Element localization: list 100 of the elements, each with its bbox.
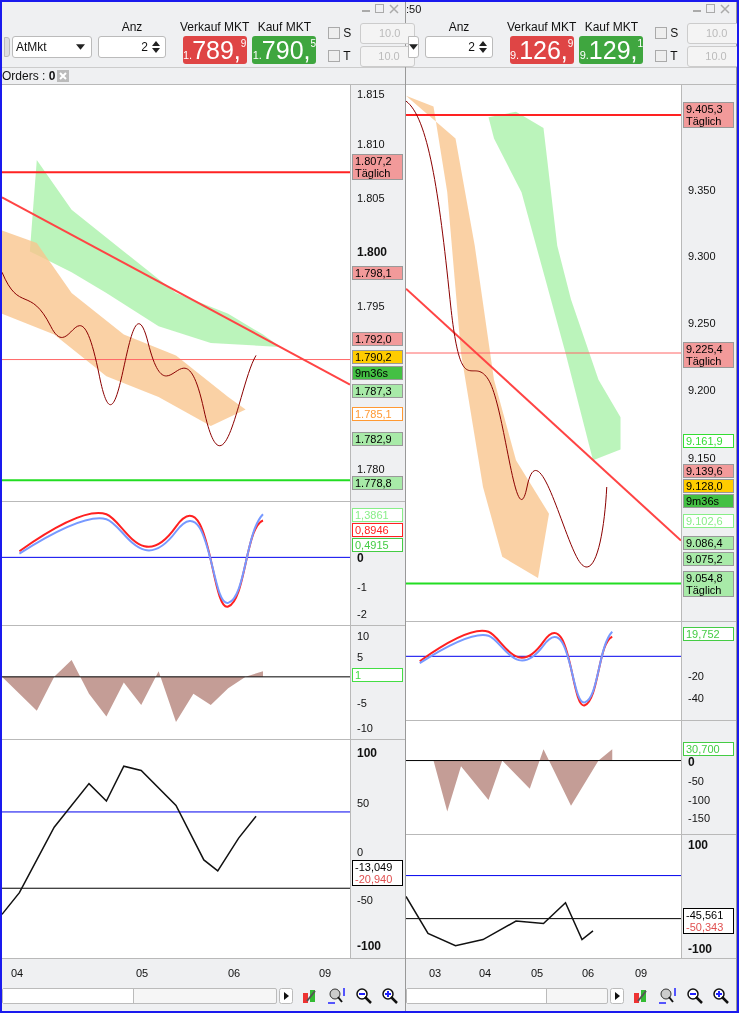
axis-tick-label: 100 <box>357 746 378 760</box>
checkbox-label: S <box>343 25 352 42</box>
checkbox-label: T <box>343 48 351 65</box>
buy-label: Kauf MKT <box>257 20 312 34</box>
axis-tick-label: 50 <box>357 796 370 810</box>
axis-tick-label: 5 <box>357 650 364 664</box>
axis-tick-label: -5 <box>357 696 367 710</box>
axis-tick-label: 1.800 <box>357 245 388 259</box>
quantity-field[interactable]: 2 <box>425 36 493 58</box>
value-tag: 9.225,4 Täglich <box>683 342 734 368</box>
axis-tick-label: 9.200 <box>688 383 716 397</box>
close-icon[interactable] <box>389 4 399 14</box>
axis-tick-label: -50 <box>688 774 704 788</box>
axis-tick-label: -100 <box>357 939 382 953</box>
axis-tick-label: -100 <box>688 793 711 807</box>
axis-tick-label: 0 <box>357 551 364 565</box>
axis-tick-label: 9.150 <box>688 451 716 465</box>
checkbox-label: S <box>670 25 679 42</box>
axis-tick-label: 03 <box>428 966 442 981</box>
axis-tick-label: 05 <box>135 966 149 981</box>
checkbox-label: T <box>670 48 678 65</box>
axis-tick-label: 0 <box>688 755 695 769</box>
value-tag: 9.102,6 <box>683 514 734 528</box>
value-tag: 9.139,6 <box>683 464 734 478</box>
sell-label: Verkauf MKT <box>180 20 250 34</box>
value-tag: 1,3861 <box>352 508 403 522</box>
value-tag: 9m36s <box>683 494 734 508</box>
axis-tick-label: 9.350 <box>688 183 716 197</box>
zoom-out-icon[interactable] <box>355 987 373 1005</box>
axis-tick-label: 09 <box>634 966 648 981</box>
value-tag: 9.054,8 Täglich <box>683 571 734 597</box>
zoom-out-icon[interactable] <box>686 987 704 1005</box>
axis-tick-label: 9.250 <box>688 316 716 330</box>
axis-tick-label: 0 <box>357 845 364 859</box>
spinner-icon[interactable] <box>152 41 160 53</box>
axis-tick-label: 9.300 <box>688 249 716 263</box>
close-icon[interactable] <box>720 4 730 14</box>
window-title: :50 <box>406 3 422 15</box>
value-tag: 9m36s <box>352 366 403 380</box>
value-tag: -45,561 -50,343 <box>683 908 734 934</box>
order-type-dropdown[interactable] <box>408 36 419 58</box>
sell-label: Verkauf MKT <box>507 20 577 34</box>
value-tag: 1.778,8 <box>352 476 403 490</box>
value-tag: 9.086,4 <box>683 536 734 550</box>
horizontal-scrollbar[interactable] <box>2 988 277 1004</box>
axis-tick-label: 04 <box>478 966 492 981</box>
axis-tick-label: 04 <box>10 966 24 981</box>
axis-tick-label: 1.805 <box>357 191 385 205</box>
scroll-right-icon[interactable] <box>610 988 624 1004</box>
axis-tick-label: 1.780 <box>357 462 385 476</box>
horizontal-scrollbar[interactable] <box>406 988 608 1004</box>
value-tag: 1.790,2 <box>352 350 403 364</box>
value-tag: 9.128,0 <box>683 479 734 493</box>
axis-tick-label: 1.795 <box>357 299 385 313</box>
value-tag: 1 <box>352 668 403 682</box>
tool-icon[interactable] <box>4 37 10 57</box>
value-tag: 1.798,1 <box>352 266 403 280</box>
maximize-icon[interactable] <box>706 4 715 13</box>
order-type-dropdown[interactable]: AtMkt <box>12 36 92 58</box>
value-tag: 1.792,0 <box>352 332 403 346</box>
maximize-icon[interactable] <box>375 4 384 13</box>
axis-tick-label: -20 <box>688 669 704 683</box>
zoom-fit-icon[interactable] <box>658 987 678 1005</box>
value-tag: 9.075,2 <box>683 552 734 566</box>
axis-tick-label: -2 <box>357 607 367 621</box>
spinner-icon[interactable] <box>479 41 487 53</box>
axis-tick-label: -150 <box>688 811 711 825</box>
axis-tick-label: 09 <box>318 966 332 981</box>
axis-tick-label: -40 <box>688 691 704 705</box>
orders-count: Orders : 0 <box>2 69 56 83</box>
zoom-fit-icon[interactable] <box>327 987 347 1005</box>
quantity-field[interactable]: 2 <box>98 36 166 58</box>
axis-tick-label: 06 <box>581 966 595 981</box>
axis-tick-label: 06 <box>227 966 241 981</box>
axis-tick-label: -1 <box>357 580 367 594</box>
axis-tick-label: -100 <box>688 942 713 956</box>
dropdown-arrow-icon <box>76 44 85 50</box>
quantity-label: Anz <box>448 20 470 34</box>
dropdown-arrow-icon <box>409 44 418 50</box>
scroll-right-icon[interactable] <box>279 988 293 1004</box>
axis-tick-label: -50 <box>357 893 373 907</box>
zoom-in-icon[interactable] <box>381 987 399 1005</box>
value-tag: 9.405,3 Täglich <box>683 102 734 128</box>
value-tag: -13,049 -20,940 <box>352 860 403 886</box>
value-tag: 1.807,2 Täglich <box>352 154 403 180</box>
axis-tick-label: 100 <box>688 838 709 852</box>
axis-tick-label: 10 <box>357 629 370 643</box>
value-tag: 30,700 <box>683 742 734 756</box>
value-tag: 1.782,9 <box>352 432 403 446</box>
value-tag: 0,4915 <box>352 538 403 552</box>
value-tag: 1.787,3 <box>352 384 403 398</box>
zoom-in-icon[interactable] <box>712 987 730 1005</box>
quantity-label: Anz <box>121 20 143 34</box>
value-tag: 0,8946 <box>352 523 403 537</box>
axis-tick-label: 1.815 <box>357 87 385 101</box>
axis-tick-label: 05 <box>530 966 544 981</box>
buy-label: Kauf MKT <box>584 20 639 34</box>
close-icon[interactable] <box>57 70 70 82</box>
value-tag: 1.785,1 <box>352 407 403 421</box>
value-tag: 19,752 <box>683 627 734 641</box>
